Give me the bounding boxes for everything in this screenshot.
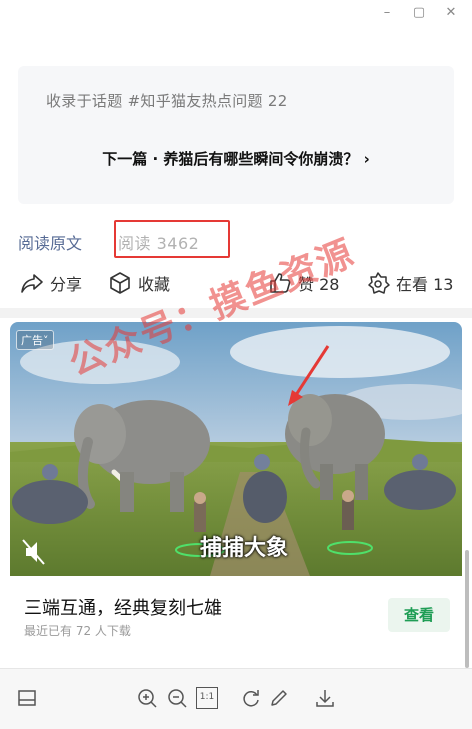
watching-button[interactable]: 在看 13 xyxy=(366,270,453,296)
share-label: 分享 xyxy=(50,275,83,294)
minimize-button[interactable]: – xyxy=(376,4,398,22)
ad-tag[interactable]: 广告˅ xyxy=(16,330,54,350)
rotate-icon[interactable] xyxy=(240,687,262,709)
zoom-out-icon[interactable] xyxy=(166,687,188,709)
highlight-box xyxy=(114,220,230,258)
ad-subtitle: 最近已有 72 人下载 xyxy=(24,624,131,638)
video-caption: 捕捕大象 xyxy=(200,536,289,561)
maximize-button[interactable]: ▢ xyxy=(408,4,430,22)
read-original-link[interactable]: 阅读原文 xyxy=(18,230,82,254)
collect-label: 收藏 xyxy=(138,275,171,294)
topic-collection-link[interactable]: 收录于话题 #知乎猫友热点问题 22 xyxy=(46,90,288,111)
share-button[interactable]: 分享 xyxy=(20,270,82,296)
sparkle-icon xyxy=(368,272,390,294)
cube-icon xyxy=(110,272,130,294)
share-icon xyxy=(21,274,43,293)
zoom-in-icon[interactable] xyxy=(136,687,158,709)
watching-label: 在看 13 xyxy=(396,275,454,294)
next-article-link[interactable]: 下一篇 · 养猫后有哪些瞬间令你崩溃？ › xyxy=(18,148,454,169)
layout-icon[interactable] xyxy=(16,687,38,709)
topic-card: 收录于话题 #知乎猫友热点问题 22 下一篇 · 养猫后有哪些瞬间令你崩溃？ › xyxy=(18,66,454,204)
ad-view-button[interactable]: 查看 xyxy=(388,598,450,632)
bottom-toolbar: 1:1 xyxy=(0,668,472,729)
pencil-icon[interactable] xyxy=(268,687,290,709)
ad-title[interactable]: 三端互通，经典复刻七雄 xyxy=(24,594,222,620)
download-icon[interactable] xyxy=(314,687,336,709)
close-button[interactable]: ✕ xyxy=(440,4,462,22)
collect-button[interactable]: 收藏 xyxy=(108,270,170,296)
actual-size-button[interactable]: 1:1 xyxy=(196,687,218,709)
scrollbar[interactable] xyxy=(465,550,469,668)
title-bar: – ▢ ✕ xyxy=(0,0,472,26)
